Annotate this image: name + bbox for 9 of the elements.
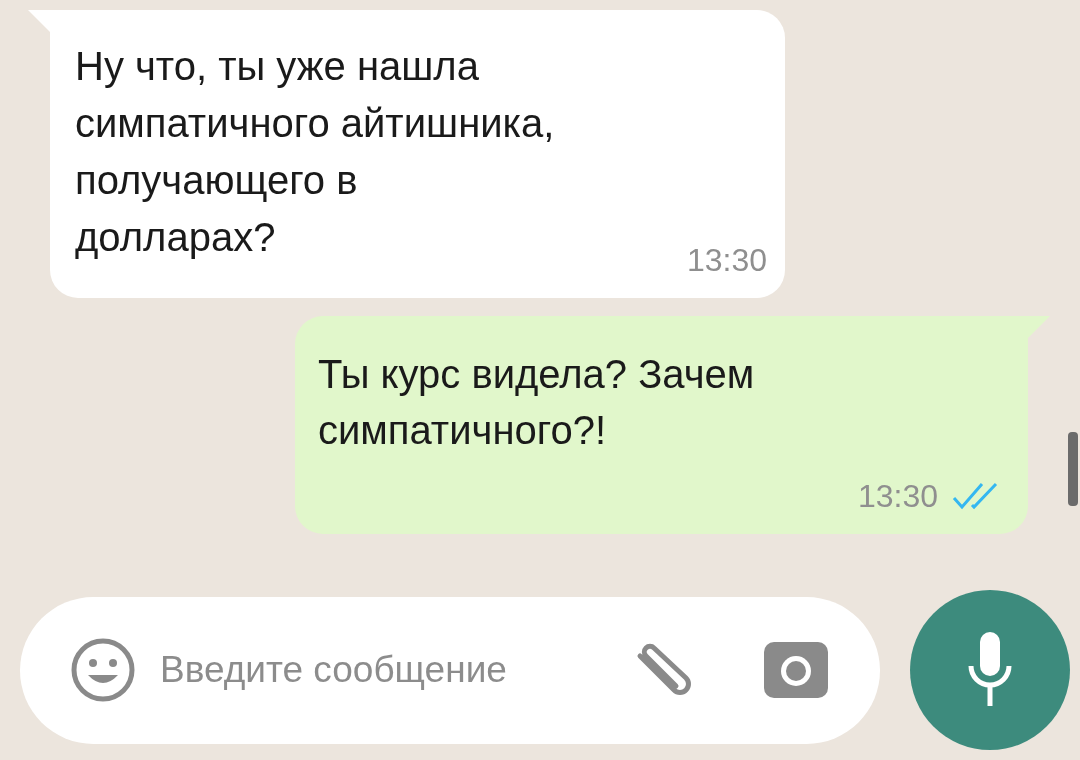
camera-icon[interactable] [764,642,828,698]
emoji-icon[interactable] [70,637,136,703]
message-text: Ну что, ты уже нашла симпатичного айтишника, получающего в долларах? [75,43,556,261]
microphone-icon [967,632,1013,708]
message-input-field[interactable]: Введите сообщение [160,642,630,698]
message-text: Ты курс видела? Зачем симпатичного?! [318,351,756,454]
message-time: 13:30 [857,477,938,516]
scrollbar[interactable] [1068,432,1078,506]
message-time: 13:30 [686,241,767,280]
